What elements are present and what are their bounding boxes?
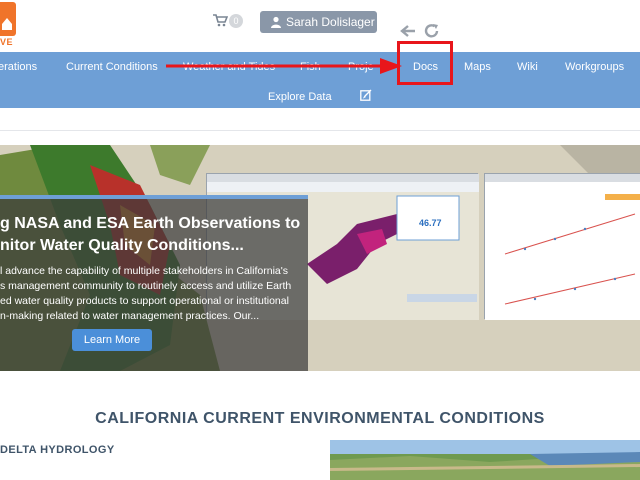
learn-more-button[interactable]: Learn More: [72, 329, 152, 351]
undo-icon[interactable]: [400, 24, 416, 38]
hero-title: g NASA and ESA Earth Observations to nit…: [0, 215, 301, 254]
nav-item-operations[interactable]: erations: [0, 60, 37, 74]
top-bar: VE 0 Sarah Dolislager: [0, 0, 640, 52]
nav-item-workgroups[interactable]: Workgroups: [565, 60, 624, 74]
section-title: CALIFORNIA CURRENT ENVIRONMENTAL CONDITI…: [95, 410, 545, 427]
page: VE 0 Sarah Dolislager erations Current C…: [0, 0, 640, 480]
divider: [0, 130, 640, 131]
nav-item-explore-data[interactable]: Explore Data: [268, 90, 332, 104]
inset-value: 46.77: [419, 218, 442, 228]
screenshot-chart-app: [484, 173, 640, 320]
aerial-photo: [330, 440, 640, 480]
logo-icon[interactable]: [0, 2, 16, 36]
edit-icon[interactable]: [360, 89, 372, 101]
nav-item-current-conditions[interactable]: Current Conditions: [66, 60, 158, 74]
nav-item-maps[interactable]: Maps: [464, 60, 491, 74]
annotation-arrow: [166, 58, 402, 74]
logo-text: VE: [0, 37, 14, 47]
cart-count-badge: 0: [229, 14, 243, 28]
delta-hydrology-heading: DELTA HYDROLOGY: [0, 444, 115, 456]
annotation-highlight-box: [397, 41, 453, 85]
hero-card-accent: [0, 195, 308, 199]
user-icon: [271, 16, 281, 28]
redo-icon[interactable]: [424, 23, 440, 39]
nav-item-wiki[interactable]: Wiki: [517, 60, 538, 74]
hero-carousel[interactable]: 46.77 g NASA and ESA Earth Observations …: [0, 145, 640, 371]
hero-description: l advance the capability of multiple sta…: [0, 265, 292, 322]
user-name: Sarah Dolislager: [286, 15, 375, 29]
user-account-button[interactable]: Sarah Dolislager: [260, 11, 377, 33]
cart-icon[interactable]: [212, 13, 228, 27]
